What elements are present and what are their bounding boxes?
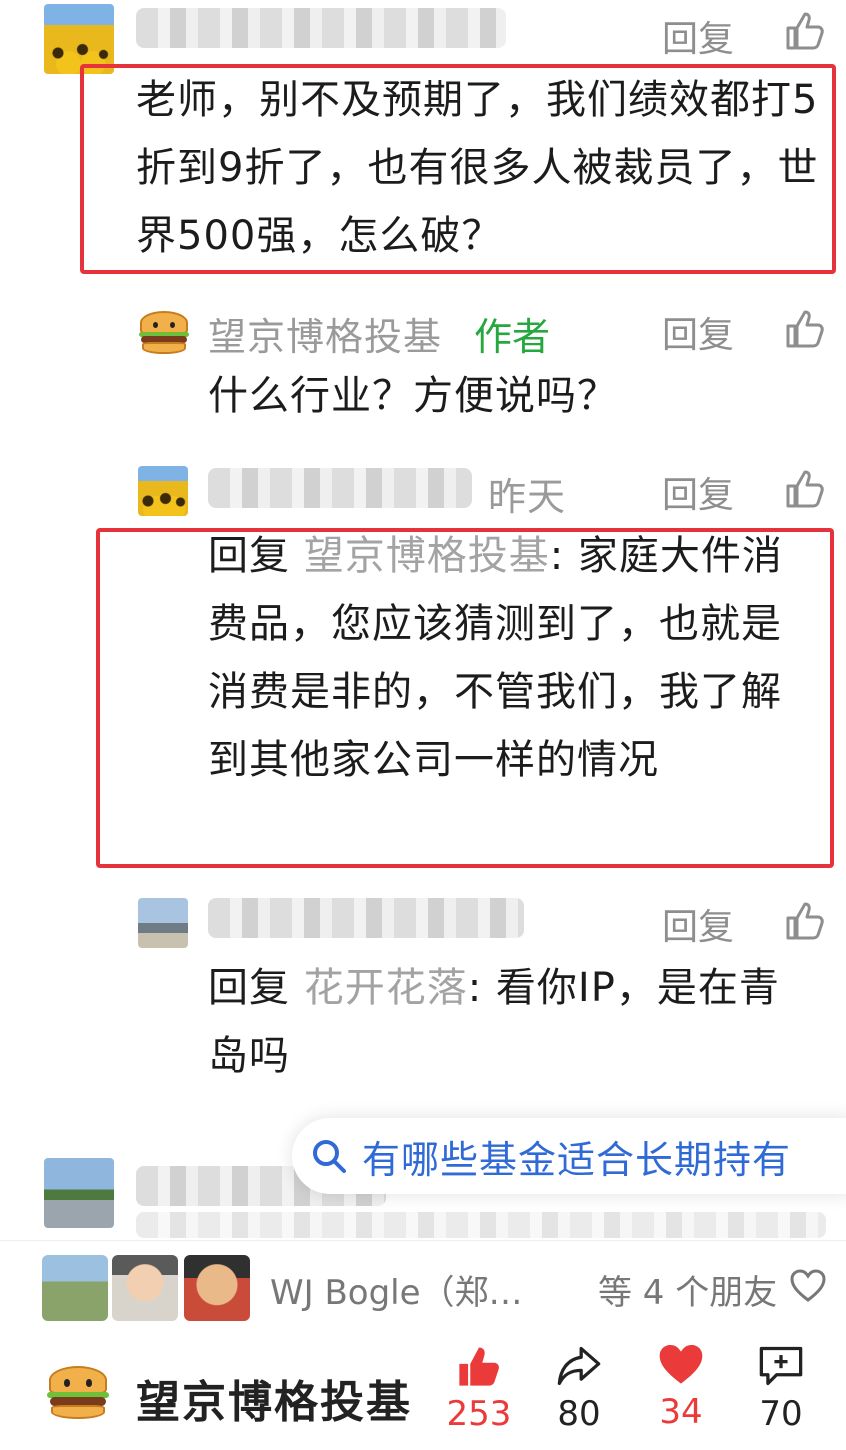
favorite-button[interactable]: 34	[646, 1342, 716, 1432]
search-suggestion[interactable]: 有哪些基金适合长期持有	[292, 1118, 846, 1194]
comment-text: 老师，别不及预期了，我们绩效都打5折到9折了，也有很多人被裁员了，世界500强，…	[136, 77, 819, 259]
blurred-username	[208, 898, 524, 938]
avatar[interactable]	[138, 898, 188, 948]
author-name[interactable]: 望京博格投基	[136, 1366, 412, 1430]
friend-avatar	[42, 1255, 108, 1321]
blurred-username	[136, 8, 506, 48]
friends-liked-row[interactable]: WJ Bogle（郑… 等 4 个朋友	[0, 1240, 846, 1332]
thumb-up-icon[interactable]	[782, 306, 826, 350]
friend-avatar	[184, 1255, 250, 1321]
heart-outline-icon	[790, 1269, 826, 1302]
quoted-user[interactable]: 望京博格投基	[304, 533, 550, 579]
like-count: 253	[446, 1394, 512, 1434]
thumb-up-icon[interactable]	[782, 466, 826, 510]
search-suggestion-text: 有哪些基金适合长期持有	[362, 1137, 792, 1182]
author-avatar[interactable]	[138, 306, 190, 358]
friend-name: WJ Bogle（郑…	[270, 1273, 523, 1313]
thumb-up-icon[interactable]	[782, 8, 826, 52]
reply-button[interactable]: 回复	[662, 306, 734, 358]
bottom-action-bar: 望京博格投基 253 80 34 70	[0, 1336, 846, 1450]
comment-text: 回复 花开花落: 看你IP，是在青岛吗	[208, 954, 808, 1090]
share-icon	[557, 1346, 601, 1386]
like-button[interactable]: 253	[444, 1342, 514, 1434]
reply-prefix: 回复	[208, 533, 304, 579]
blurred-comment-text	[136, 1212, 826, 1238]
thumb-up-filled-icon	[459, 1347, 499, 1386]
friends-count: 等 4 个朋友	[598, 1273, 778, 1313]
comment-text: 什么行业？方便说吗？	[208, 373, 618, 419]
comment-count: 70	[759, 1394, 803, 1434]
reply-button[interactable]: 回复	[662, 898, 734, 950]
comment-text: 回复 望京博格投基: 家庭大件消费品，您应该猜测到了，也就是消费是非的，不管我们…	[208, 522, 808, 794]
comment-add-icon	[759, 1346, 803, 1386]
blurred-username	[208, 468, 472, 508]
reply-button[interactable]: 回复	[662, 466, 734, 518]
reply-prefix: 回复	[208, 965, 304, 1011]
comment-time: 昨天	[488, 475, 567, 519]
reply-button[interactable]: 回复	[662, 10, 734, 62]
avatar[interactable]	[138, 466, 188, 516]
share-button[interactable]: 80	[544, 1342, 614, 1434]
favorite-count: 34	[659, 1392, 703, 1432]
friend-avatar	[112, 1255, 178, 1321]
avatar[interactable]	[44, 1158, 114, 1228]
author-badge: 作者	[474, 315, 551, 359]
commenter-name[interactable]: 望京博格投基	[208, 306, 442, 361]
thumb-up-icon[interactable]	[782, 898, 826, 942]
share-count: 80	[557, 1394, 601, 1434]
quoted-user[interactable]: 花开花落	[304, 965, 468, 1011]
comment-button[interactable]: 70	[746, 1342, 816, 1434]
heart-filled-icon	[659, 1345, 703, 1384]
search-icon	[313, 1140, 346, 1173]
author-avatar[interactable]	[46, 1360, 110, 1424]
